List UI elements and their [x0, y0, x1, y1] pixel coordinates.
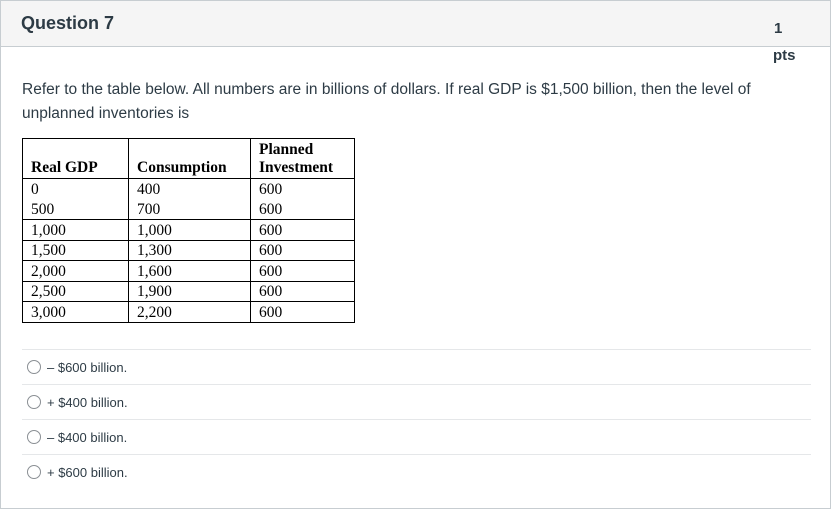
table-cell: 2,500 [22, 280, 129, 302]
table-header-consumption: Consumption [128, 138, 251, 179]
table-row: 0 400 600 [22, 178, 355, 199]
table-cell: 600 [250, 280, 355, 302]
table-cell: 500 [22, 199, 129, 220]
table-row: 2,500 1,900 600 [22, 280, 355, 302]
answer-list: – $600 billion. + $400 billion. – $400 b… [22, 349, 811, 489]
table-cell: 1,500 [22, 239, 129, 261]
answer-label[interactable]: – $600 billion. [47, 360, 127, 375]
question-card: Question 7 1 pts Refer to the table belo… [0, 0, 831, 509]
answer-label[interactable]: – $400 billion. [47, 430, 127, 445]
table-cell: 700 [128, 199, 251, 220]
table-row: 1,000 1,000 600 [22, 219, 355, 241]
answer-label[interactable]: + $600 billion. [47, 465, 128, 480]
table-header-row: Real GDP Consumption Planned Investment [22, 138, 355, 179]
answer-label[interactable]: + $400 billion. [47, 395, 128, 410]
table-row: 3,000 2,200 600 [22, 301, 355, 323]
table-cell: 2,000 [22, 260, 129, 282]
table-header-planned-investment: Planned Investment [250, 138, 355, 179]
table-cell: 1,000 [128, 219, 251, 241]
table-header-real-gdp: Real GDP [22, 138, 129, 179]
question-points: 1 pts [773, 15, 813, 69]
question-header: Question 7 1 pts [1, 1, 830, 64]
gdp-table: Real GDP Consumption Planned Investment 0… [22, 138, 355, 323]
table-cell: 600 [250, 301, 355, 323]
table-cell: 1,600 [128, 260, 251, 282]
table-cell: 1,000 [22, 219, 129, 241]
table-cell: 0 [22, 178, 129, 199]
table-cell: 600 [250, 260, 355, 282]
table-row: 500 700 600 [22, 199, 355, 220]
points-unit: pts [773, 47, 796, 64]
radio-button[interactable] [27, 395, 41, 409]
table-cell: 600 [250, 178, 355, 199]
table-cell: 2,200 [128, 301, 251, 323]
answer-option[interactable]: – $400 billion. [22, 419, 811, 454]
table-cell: 600 [250, 199, 355, 220]
table-cell: 1,900 [128, 280, 251, 302]
radio-button[interactable] [27, 465, 41, 479]
radio-button[interactable] [27, 360, 41, 374]
table-cell: 3,000 [22, 301, 129, 323]
answer-option[interactable]: + $400 billion. [22, 384, 811, 419]
table-row: 1,500 1,300 600 [22, 239, 355, 261]
question-text: Refer to the table below. All numbers ar… [22, 81, 751, 122]
answer-option[interactable]: + $600 billion. [22, 454, 811, 489]
question-title: Question 7 [21, 13, 115, 33]
answer-option[interactable]: – $600 billion. [22, 349, 811, 384]
radio-button[interactable] [27, 430, 41, 444]
table-cell: 600 [250, 239, 355, 261]
table-cell: 1,300 [128, 239, 251, 261]
table-row: 2,000 1,600 600 [22, 260, 355, 282]
table-cell: 400 [128, 178, 251, 199]
table-cell: 600 [250, 219, 355, 241]
points-value: 1 [774, 20, 783, 37]
